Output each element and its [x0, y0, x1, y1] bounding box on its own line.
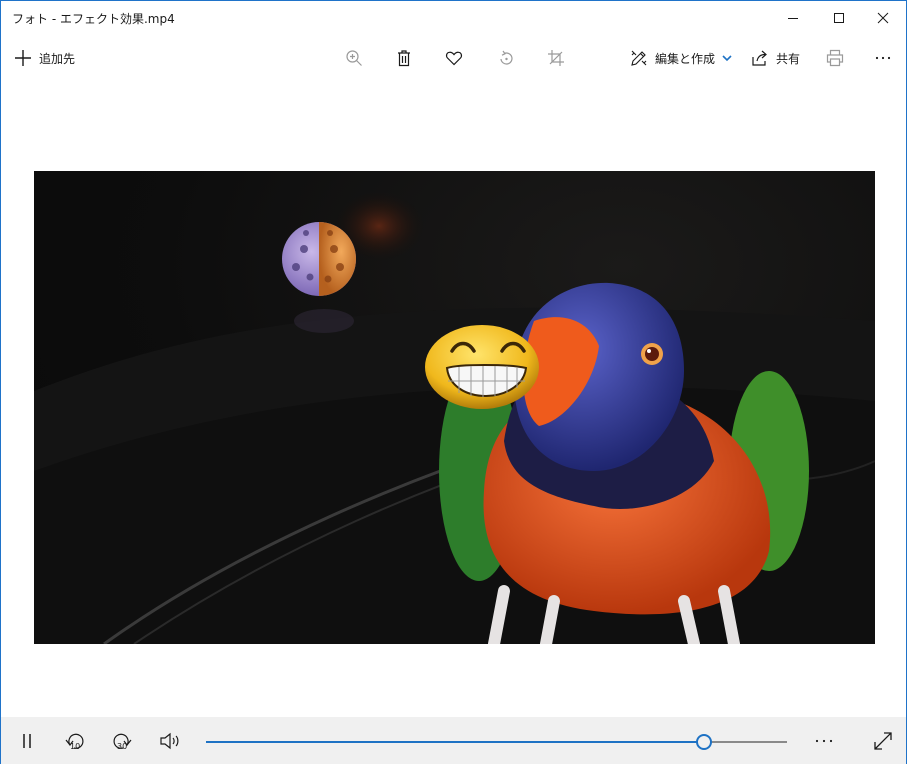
photos-app-window: フォト - エフェクト効果.mp4 追加先 編集と作成 共有 10 30: [0, 0, 907, 764]
skip-forward-button[interactable]: 30: [105, 717, 139, 764]
edit-create-label: 編集と作成: [655, 51, 716, 66]
add-to-label: 追加先: [39, 51, 76, 66]
rotate-button[interactable]: [496, 34, 516, 82]
share-label: 共有: [776, 51, 801, 66]
seek-bar-thumb[interactable]: [696, 734, 713, 750]
favorite-button[interactable]: [444, 34, 464, 82]
pause-icon: [23, 733, 31, 748]
more-options-button[interactable]: [873, 34, 893, 82]
share-button[interactable]: 共有: [750, 34, 800, 82]
fullscreen-icon: [874, 731, 892, 750]
maximize-icon: [834, 12, 844, 23]
video-content: [34, 191, 875, 644]
volume-icon: [160, 732, 179, 749]
close-icon: [877, 12, 889, 23]
heart-icon: [444, 48, 464, 68]
crop-button[interactable]: [546, 34, 566, 82]
minimize-button[interactable]: [770, 1, 816, 34]
player-more-button[interactable]: [807, 717, 841, 764]
pause-button[interactable]: [11, 717, 43, 764]
media-controls: 10 30: [1, 717, 906, 764]
close-button[interactable]: [860, 1, 906, 34]
crop-icon: [546, 48, 566, 68]
skip-back-button[interactable]: 10: [58, 717, 92, 764]
print-button[interactable]: [825, 34, 845, 82]
maximize-button[interactable]: [816, 1, 862, 34]
window-title: フォト - エフェクト効果.mp4: [12, 12, 175, 26]
seek-bar-progress: [206, 741, 705, 743]
plus-icon: [13, 48, 33, 68]
skip-forward-seconds: 30: [117, 742, 128, 751]
edit-create-button[interactable]: 編集と作成: [629, 34, 732, 82]
rotate-icon: [496, 48, 516, 68]
fullscreen-button[interactable]: [867, 717, 899, 764]
volume-button[interactable]: [154, 717, 188, 764]
title-bar[interactable]: フォト - エフェクト効果.mp4: [1, 1, 906, 34]
edit-create-icon: [629, 48, 649, 68]
chevron-down-icon: [722, 54, 732, 62]
toolbar: 追加先 編集と作成 共有: [1, 34, 906, 82]
trash-icon: [394, 48, 414, 68]
video-frame[interactable]: [34, 171, 875, 644]
add-to-button[interactable]: 追加先: [13, 34, 75, 82]
skip-back-seconds: 10: [70, 742, 81, 751]
zoom-button[interactable]: [344, 34, 364, 82]
more-icon: [873, 48, 893, 68]
delete-button[interactable]: [394, 34, 414, 82]
share-icon: [750, 48, 770, 68]
grinning-emoji-sticker: [425, 325, 539, 409]
minimize-icon: [788, 17, 798, 19]
print-icon: [825, 48, 845, 68]
zoom-in-icon: [344, 48, 364, 68]
more-icon: [815, 739, 833, 742]
seek-bar[interactable]: [206, 734, 787, 750]
